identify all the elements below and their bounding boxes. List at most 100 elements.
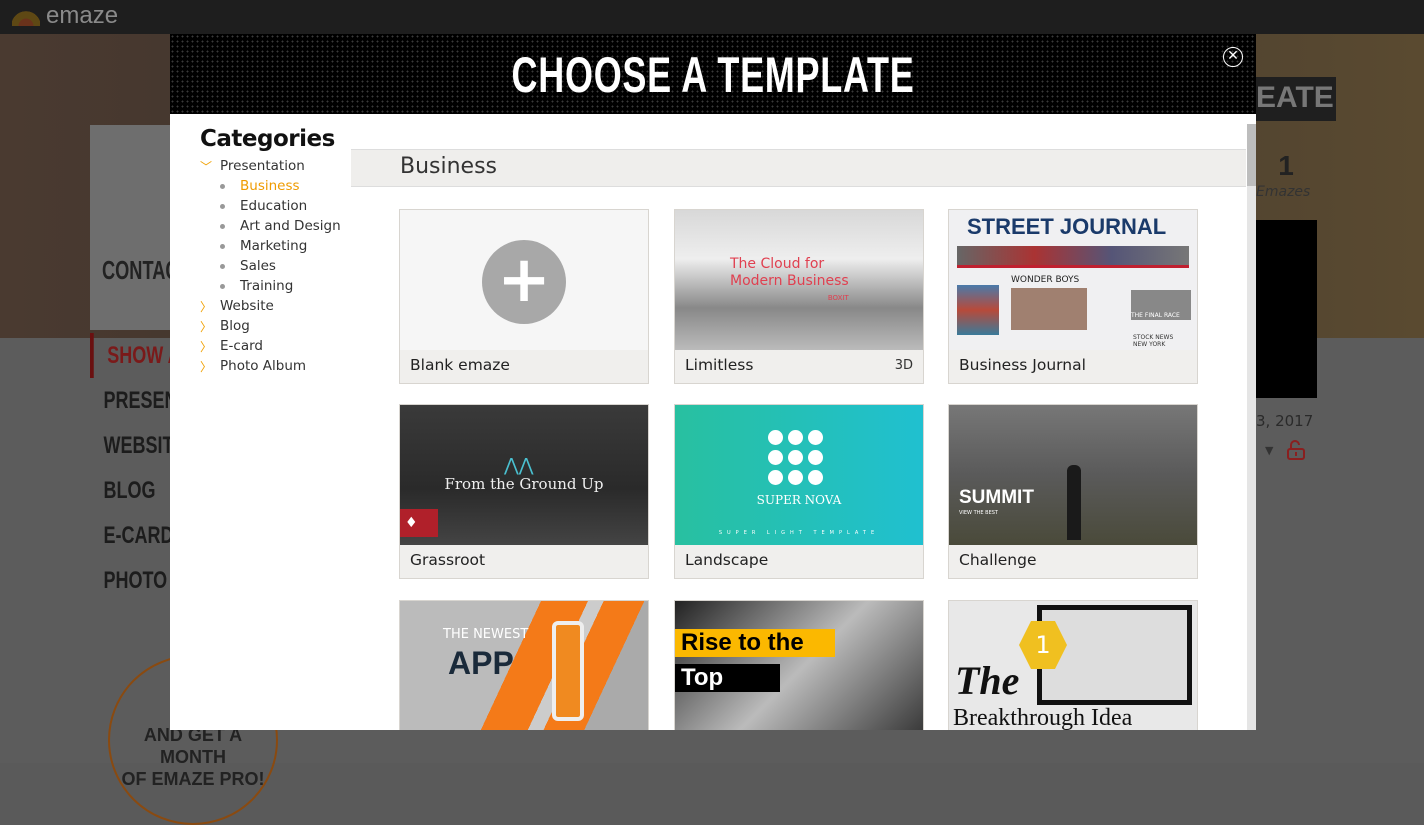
caret-down-icon: ▼ [1265, 444, 1274, 457]
close-icon[interactable]: ✕ [1223, 47, 1243, 67]
subcategory-label: Training [240, 278, 294, 294]
unlock-icon [1287, 440, 1305, 460]
subcategory-training[interactable]: Training [200, 276, 360, 296]
subcategory-label: Sales [240, 258, 276, 274]
category-photo-album[interactable]: 〉 Photo Album [200, 356, 360, 376]
subcategory-sales[interactable]: Sales [200, 256, 360, 276]
categories-panel: Categories ﹀ Presentation Business Educat… [200, 126, 360, 376]
background-date: 3, 2017 [1256, 412, 1314, 430]
bullet-icon [220, 243, 225, 249]
template-name: Challenge [959, 551, 1037, 569]
template-thumbnail: STREET JOURNAL WONDER BOYS THE FINAL RAC… [949, 210, 1197, 350]
thumb-text: BOXIT [827, 294, 849, 302]
category-ecard[interactable]: 〉 E-card [200, 336, 360, 356]
subcategory-label: Education [240, 198, 308, 214]
background-nav-item: PRESENT [103, 386, 173, 414]
bullet-icon [220, 223, 225, 229]
invite-line: AND GET A MONTH [143, 725, 243, 767]
template-thumbnail: SUPER NOVA SUPER LIGHT TEMPLATE [675, 405, 923, 545]
template-card-blank[interactable]: + Blank emaze [399, 209, 649, 384]
choose-template-modal: CHOOSE A TEMPLATE ✕ Categories ﹀ Presenta… [170, 34, 1256, 730]
template-card-grassroot[interactable]: ⋀⋀ From the Ground Up ♦ Grassroot [399, 404, 649, 579]
plus-icon: + [482, 240, 566, 324]
template-thumbnail: ⋀⋀ From the Ground Up ♦ [400, 405, 648, 545]
chevron-right-icon: 〉 [200, 319, 213, 334]
modal-title: CHOOSE A TEMPLATE [511, 47, 915, 103]
chevron-down-icon: ﹀ [200, 159, 213, 174]
chevron-right-icon: 〉 [200, 359, 213, 374]
subcategory-label: Marketing [240, 238, 308, 254]
section-title: Business [351, 149, 1246, 187]
template-thumbnail: 1 The Breakthrough Idea [949, 601, 1197, 730]
template-card-rise[interactable]: Rise to the Top [674, 600, 924, 730]
category-label: Blog [220, 318, 250, 334]
bullet-icon [220, 263, 225, 269]
template-thumbnail: Rise to the Top [675, 601, 923, 730]
subcategory-education[interactable]: Education [200, 196, 360, 216]
background-preview [1256, 220, 1317, 398]
premium-diamond-icon: ♦ [400, 509, 438, 537]
background-nav: SHOW A PRESENT WEBSIT BLOG E-CARD PHOTO … [90, 333, 180, 603]
logo-text: emaze [46, 2, 119, 29]
modal-header: CHOOSE A TEMPLATE ✕ [170, 34, 1256, 114]
subcategory-art-and-design[interactable]: Art and Design [200, 216, 360, 236]
top-bar: emaze [0, 0, 1424, 34]
scrollbar[interactable] [1247, 124, 1256, 730]
template-name: Blank emaze [410, 356, 510, 374]
subcategory-marketing[interactable]: Marketing [200, 236, 360, 256]
thumb-text: Rise to the [675, 629, 835, 657]
template-card-business-journal[interactable]: STREET JOURNAL WONDER BOYS THE FINAL RAC… [948, 209, 1198, 384]
thumb-text: The [955, 658, 1020, 703]
background-nav-item: SHOW A [90, 333, 173, 378]
template-thumbnail: The Cloud for Modern Business BOXIT [675, 210, 923, 350]
thumb-text: THE FINAL RACE [1131, 290, 1191, 320]
template-name: Limitless [685, 356, 754, 374]
template-name: Business Journal [959, 356, 1086, 374]
scrollbar-thumb[interactable] [1247, 124, 1256, 186]
template-name: Grassroot [410, 551, 486, 569]
category-label: Website [220, 298, 274, 314]
category-presentation[interactable]: ﹀ Presentation [200, 156, 360, 176]
template-grid: + Blank emaze The Cloud for Modern Busin… [399, 209, 1199, 730]
thumb-text: SUMMIT [959, 487, 1034, 508]
chevron-right-icon: 〉 [200, 339, 213, 354]
background-nav-item: PHOTO A [103, 566, 173, 594]
thumb-text: STOCK NEWS NEW YORK [1133, 334, 1174, 348]
template-card-limitless[interactable]: The Cloud for Modern Business BOXIT Limi… [674, 209, 924, 384]
emaze-logo-icon [12, 6, 40, 26]
bullet-icon [220, 183, 225, 189]
category-blog[interactable]: 〉 Blog [200, 316, 360, 336]
thumb-text: The Cloud for [730, 256, 825, 272]
subcategory-business[interactable]: Business [200, 176, 360, 196]
mountain-logo-icon: ⋀⋀ [504, 455, 534, 476]
category-label: Photo Album [220, 358, 307, 374]
thumb-text: SUPER NOVA [756, 493, 842, 507]
background-count: 1 [1278, 150, 1294, 181]
template-card-landscape[interactable]: SUPER NOVA SUPER LIGHT TEMPLATE Landscap… [674, 404, 924, 579]
emaze-logo[interactable]: emaze [12, 2, 118, 30]
thumb-text: THE NEWEST [443, 627, 529, 642]
background-nav-item: WEBSIT [103, 431, 173, 459]
template-card-app[interactable]: THE NEWEST APP [399, 600, 649, 730]
bullet-icon [220, 203, 225, 209]
dots-grid-icon [768, 430, 823, 485]
background-nav-item: E-CARD [103, 521, 173, 549]
template-thumbnail: THE NEWEST APP [400, 601, 648, 730]
invite-line: OF EMAZE PRO! [121, 769, 265, 789]
thumb-text: VIEW THE BEST [959, 510, 998, 516]
background-contact: CONTAC [102, 255, 179, 285]
chevron-right-icon: 〉 [200, 299, 213, 314]
category-website[interactable]: 〉 Website [200, 296, 360, 316]
thumb-text: Top [675, 664, 780, 692]
thumb-text: APP [448, 645, 514, 681]
background-create-button: EATE [1256, 77, 1336, 121]
subcategory-label: Art and Design [240, 218, 341, 234]
thumb-text: Modern Business [730, 273, 849, 289]
thumb-text: From the Ground Up [444, 475, 604, 493]
template-card-challenge[interactable]: SUMMIT VIEW THE BEST Challenge [948, 404, 1198, 579]
template-thumbnail: + [400, 210, 648, 350]
thumb-text: Breakthrough Idea [953, 705, 1133, 730]
template-card-breakthrough[interactable]: 1 The Breakthrough Idea [948, 600, 1198, 730]
categories-heading: Categories [200, 126, 335, 152]
thumb-text: SUPER LIGHT TEMPLATE [718, 530, 880, 536]
